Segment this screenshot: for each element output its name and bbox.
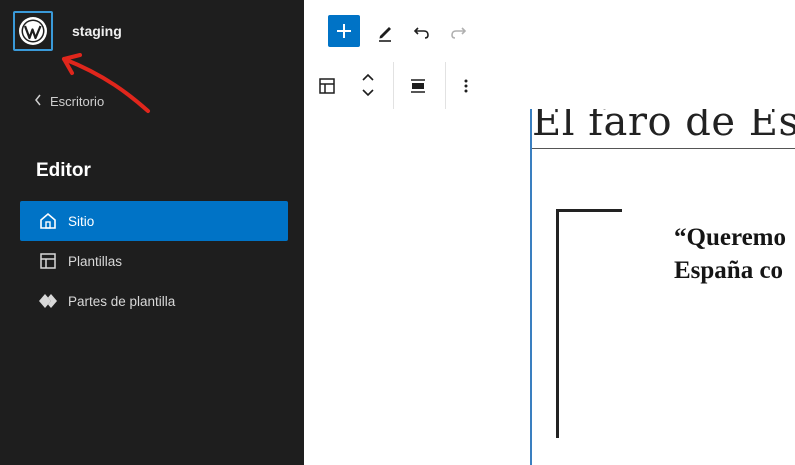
sidebar-item-label: Sitio <box>68 213 95 229</box>
post-title[interactable]: El faro de Es <box>532 109 795 145</box>
block-type-button[interactable] <box>315 74 339 98</box>
pencil-icon <box>379 27 391 42</box>
align-center-icon <box>411 79 425 93</box>
back-to-dashboard-link[interactable]: Escritorio <box>34 94 104 109</box>
toolbar-divider <box>393 62 394 109</box>
sidebar-item-partes-de-plantilla[interactable]: Partes de plantilla <box>20 281 288 321</box>
quote-line: “Queremo <box>674 224 787 251</box>
decorative-bracket <box>556 209 622 212</box>
redo-button[interactable] <box>446 20 470 44</box>
symbol-filled-icon <box>38 291 58 311</box>
block-inserter-button[interactable] <box>328 15 360 47</box>
sidebar-item-label: Partes de plantilla <box>68 293 176 309</box>
decorative-bracket <box>556 210 559 438</box>
chevron-up-icon <box>362 73 374 81</box>
toolbar-divider <box>445 62 446 109</box>
home-icon <box>38 211 58 231</box>
more-vertical-icon <box>464 79 468 93</box>
quote-line: España co <box>674 257 784 284</box>
editor-top-toolbar <box>304 0 795 63</box>
more-options-button[interactable] <box>454 74 478 98</box>
sidebar-item-plantillas[interactable]: Plantillas <box>20 241 288 281</box>
chevron-left-icon <box>34 94 42 109</box>
back-link-label: Escritorio <box>50 94 105 109</box>
sidebar-item-sitio[interactable]: Sitio <box>20 201 288 241</box>
wordpress-icon <box>19 17 47 45</box>
editor-canvas[interactable]: El faro de Es “Queremo España co <box>304 109 795 465</box>
redo-icon <box>451 27 467 39</box>
chevron-down-icon <box>362 89 374 97</box>
wordpress-logo-button[interactable] <box>13 11 53 51</box>
sidebar-item-label: Plantillas <box>68 253 123 269</box>
site-name[interactable]: staging <box>72 23 122 39</box>
undo-icon <box>413 27 429 39</box>
layout-icon <box>319 78 335 94</box>
editor-title: Editor <box>36 160 91 181</box>
layout-icon <box>38 251 58 271</box>
sidebar-nav: Sitio Plantillas Partes de plantilla <box>20 201 288 321</box>
plus-icon <box>337 24 351 38</box>
title-underline <box>532 148 795 149</box>
edit-tool-button[interactable] <box>374 20 398 44</box>
quote-text[interactable]: “Queremo España co <box>674 221 786 287</box>
site-editor-sidebar: staging Escritorio Editor Sitio Plantill… <box>0 0 304 465</box>
block-toolbar <box>304 62 795 110</box>
selected-block-outline <box>530 109 795 465</box>
align-button[interactable] <box>406 74 430 98</box>
move-down-button[interactable] <box>356 84 380 102</box>
undo-button[interactable] <box>410 20 434 44</box>
